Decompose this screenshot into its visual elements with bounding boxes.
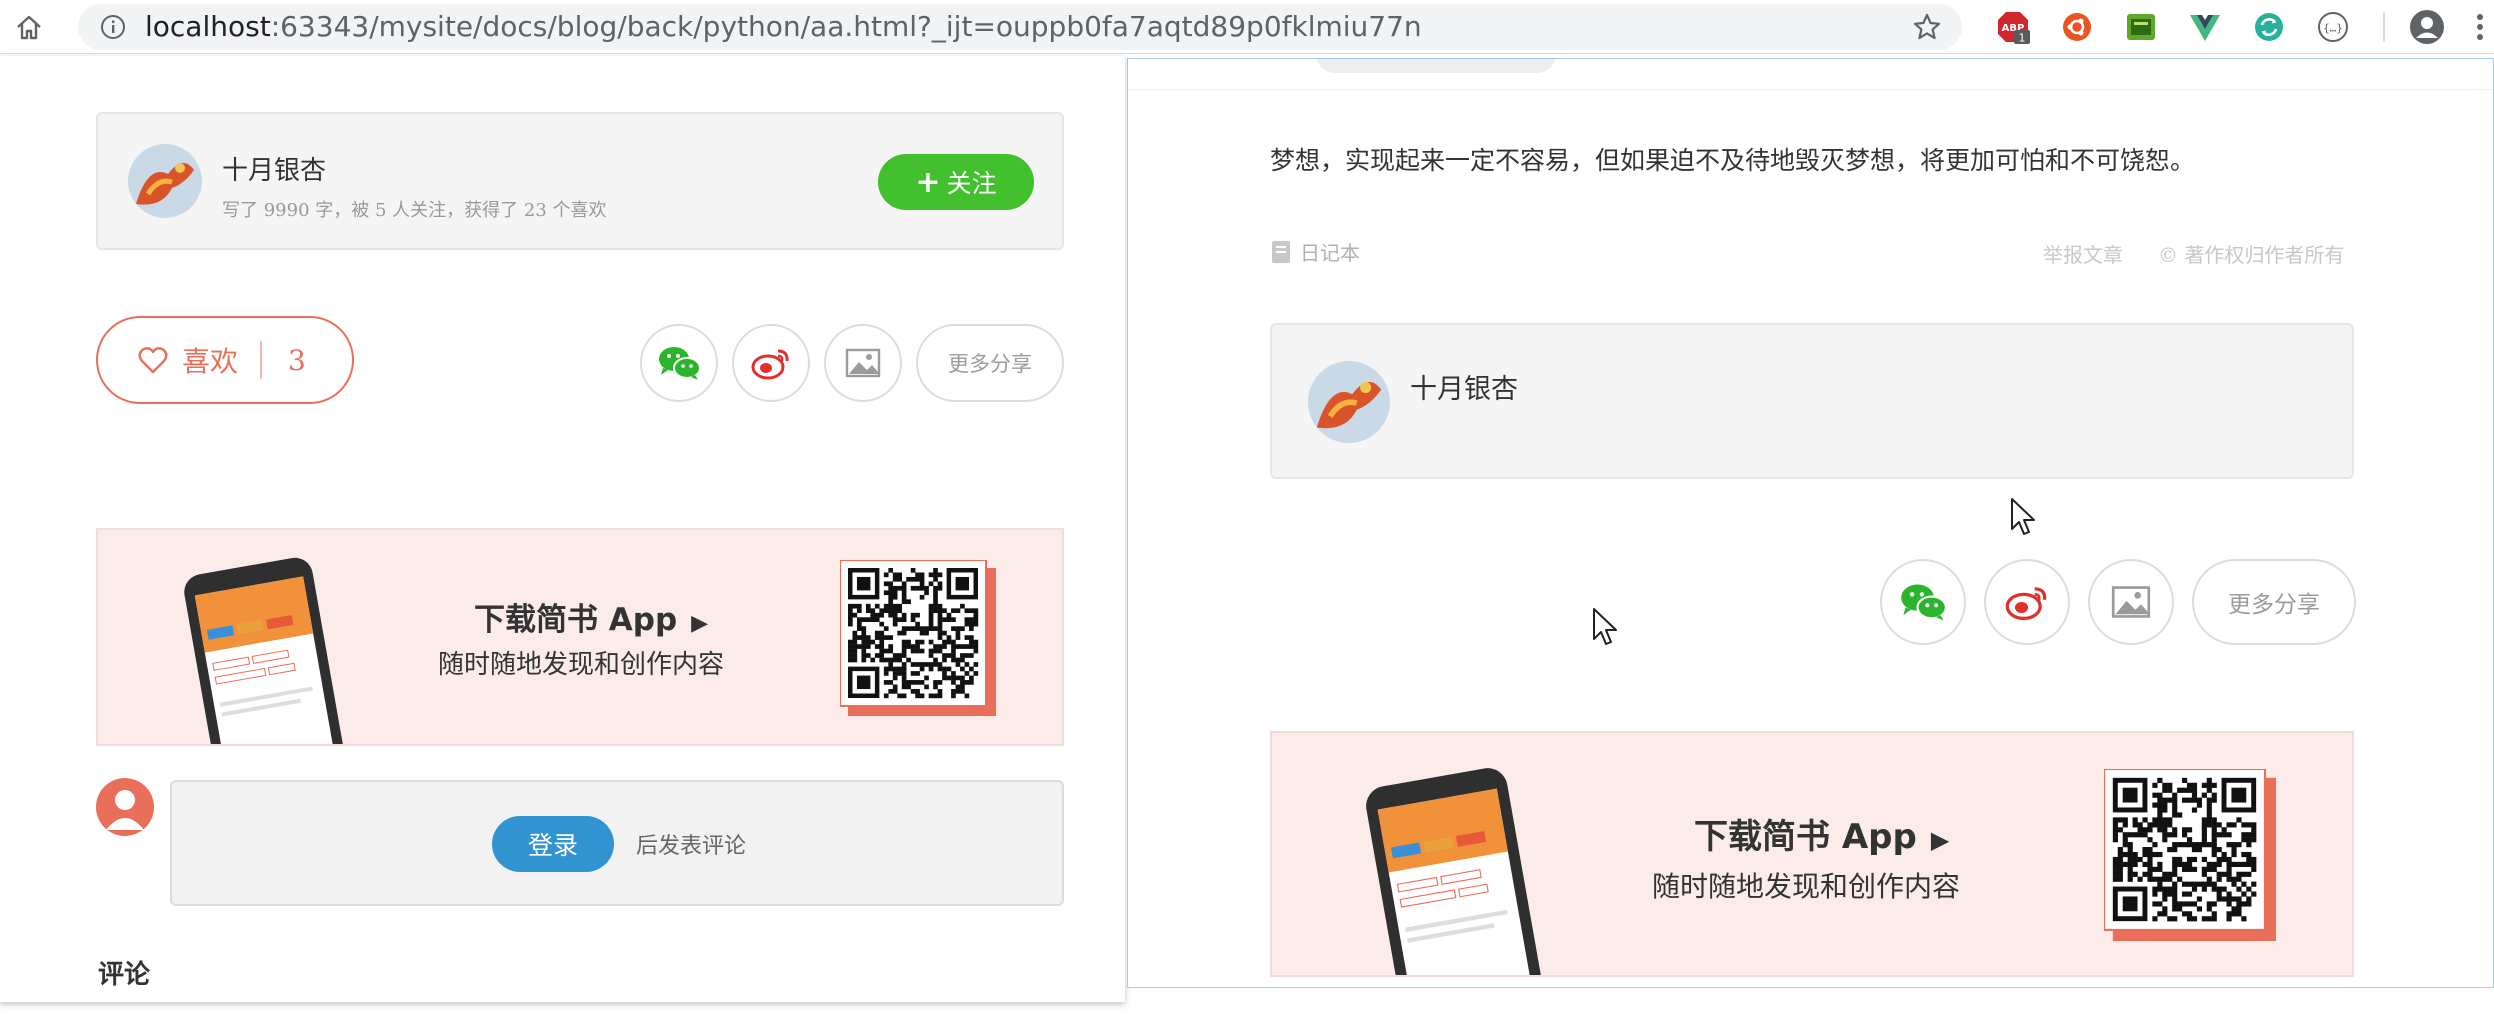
author-card: 十月银杏 (1270, 323, 2354, 479)
copyright-note: © 著作权归作者所有 (2158, 239, 2344, 268)
url-text[interactable]: localhost:63343/mysite/docs/blog/back/py… (145, 7, 1422, 47)
author-name[interactable]: 十月银杏 (1410, 367, 1518, 406)
abp-count-text: 1 (2019, 32, 2026, 45)
image-share-button[interactable] (2088, 559, 2174, 645)
follow-button[interactable]: + 关注 (878, 154, 1034, 210)
browser-menu-icon[interactable] (2474, 10, 2486, 44)
like-divider (260, 341, 263, 379)
abp-icon[interactable]: ABP 1 (1996, 10, 2030, 44)
like-label: 喜欢 (182, 345, 239, 378)
green-extension-icon[interactable] (2124, 10, 2158, 44)
qr-code-icon (839, 559, 996, 716)
image-icon (2111, 586, 2151, 618)
banner-title: 下载简书 App ▶ (474, 594, 708, 639)
bookmark-star-icon[interactable] (1912, 12, 1942, 42)
url-path: :63343/mysite/docs/blog/back/python/aa.h… (270, 10, 1422, 43)
more-share-button[interactable]: 更多分享 (2192, 559, 2356, 645)
home-icon[interactable] (14, 12, 44, 42)
banner-title: 下载简书 App ▶ (1694, 809, 1949, 858)
plus-icon: + (915, 164, 941, 200)
toolbar-divider (2383, 12, 2385, 42)
image-share-button[interactable] (824, 324, 902, 402)
like-button[interactable]: 喜欢 3 (96, 316, 354, 404)
weibo-icon (751, 349, 789, 380)
left-page-window: 十月银杏 写了 9990 字，被 5 人关注，获得了 23 个喜欢 + 关注 喜… (0, 56, 1125, 1002)
avatar-phoenix-icon (128, 144, 202, 218)
mouse-cursor-icon (1593, 608, 1617, 645)
notebook-icon (1272, 240, 1290, 263)
qr-code (839, 559, 996, 716)
qr-code-icon (2102, 767, 2276, 941)
author-avatar[interactable] (1308, 361, 1390, 443)
mouse-cursor-icon (2011, 498, 2035, 535)
header-divider (1128, 89, 2493, 90)
login-button[interactable]: 登录 (492, 816, 614, 872)
copyright-text: 著作权归作者所有 (2184, 243, 2345, 267)
app-download-banner[interactable]: 下载简书 App ▶ 随时随地发现和创作内容 (96, 528, 1064, 746)
follow-label: 关注 (946, 169, 997, 198)
qr-code (2102, 767, 2276, 941)
ubuntu-icon[interactable] (2060, 10, 2094, 44)
wechat-share-button[interactable] (1880, 559, 1966, 645)
json-viewer-icon[interactable]: {…} (2316, 10, 2350, 44)
banner-subtitle: 随时随地发现和创作内容 (1652, 870, 1961, 903)
banner-title-text: 下载简书 App (1694, 817, 1917, 857)
copyright-icon: © (2158, 243, 2178, 267)
banner-subtitle: 随时随地发现和创作内容 (438, 650, 725, 680)
author-name[interactable]: 十月银杏 (222, 150, 326, 187)
weibo-share-button[interactable] (732, 324, 810, 402)
info-icon[interactable] (100, 14, 126, 40)
comment-box[interactable]: 登录 后发表评论 (170, 780, 1064, 906)
wechat-icon (1901, 584, 1947, 621)
banner-title-text: 下载简书 App (474, 602, 678, 638)
vue-devtools-icon[interactable] (2188, 10, 2222, 44)
avatar-phoenix-icon (1308, 361, 1390, 443)
more-share-button[interactable]: 更多分享 (916, 324, 1064, 402)
notebook-link[interactable]: 日记本 (1270, 237, 1360, 266)
article-last-line: 梦想，实现起来一定不容易，但如果迫不及待地毁灭梦想，将更加可怕和不可饶恕。 (1270, 146, 2196, 175)
scrolled-button-edge (1316, 59, 1556, 73)
weibo-share-button[interactable] (1984, 559, 2070, 645)
user-silhouette-icon (106, 790, 144, 830)
sync-icon[interactable] (2252, 10, 2286, 44)
profile-icon[interactable] (2408, 8, 2446, 46)
play-arrow-icon: ▶ (1930, 826, 1950, 854)
heart-icon (138, 347, 168, 374)
play-arrow-icon: ▶ (691, 611, 709, 636)
svg-text:{…}: {…} (2323, 22, 2343, 35)
phone-mockup-icon (184, 557, 347, 744)
image-icon (845, 348, 881, 378)
wechat-icon (659, 347, 701, 380)
url-host: localhost (145, 10, 271, 43)
phone-mockup-icon (1366, 768, 1545, 975)
weibo-icon (2005, 587, 2047, 621)
like-count: 3 (288, 343, 306, 377)
right-page-window: 梦想，实现起来一定不容易，但如果迫不及待地毁灭梦想，将更加可怕和不可饶恕。 日记… (1127, 58, 2494, 988)
app-download-banner[interactable]: 下载简书 App ▶ 随时随地发现和创作内容 (1270, 731, 2354, 977)
author-stats: 写了 9990 字，被 5 人关注，获得了 23 个喜欢 (222, 200, 607, 221)
author-card: 十月银杏 写了 9990 字，被 5 人关注，获得了 23 个喜欢 + 关注 (96, 112, 1064, 250)
login-hint: 后发表评论 (636, 834, 747, 859)
commenter-avatar (96, 778, 154, 836)
report-link[interactable]: 举报文章 (2043, 239, 2123, 268)
wechat-share-button[interactable] (640, 324, 718, 402)
comments-heading: 评论 (98, 960, 151, 990)
notebook-label: 日记本 (1300, 241, 1360, 265)
browser-toolbar: localhost:63343/mysite/docs/blog/back/py… (0, 0, 2494, 54)
author-avatar[interactable] (128, 144, 202, 218)
